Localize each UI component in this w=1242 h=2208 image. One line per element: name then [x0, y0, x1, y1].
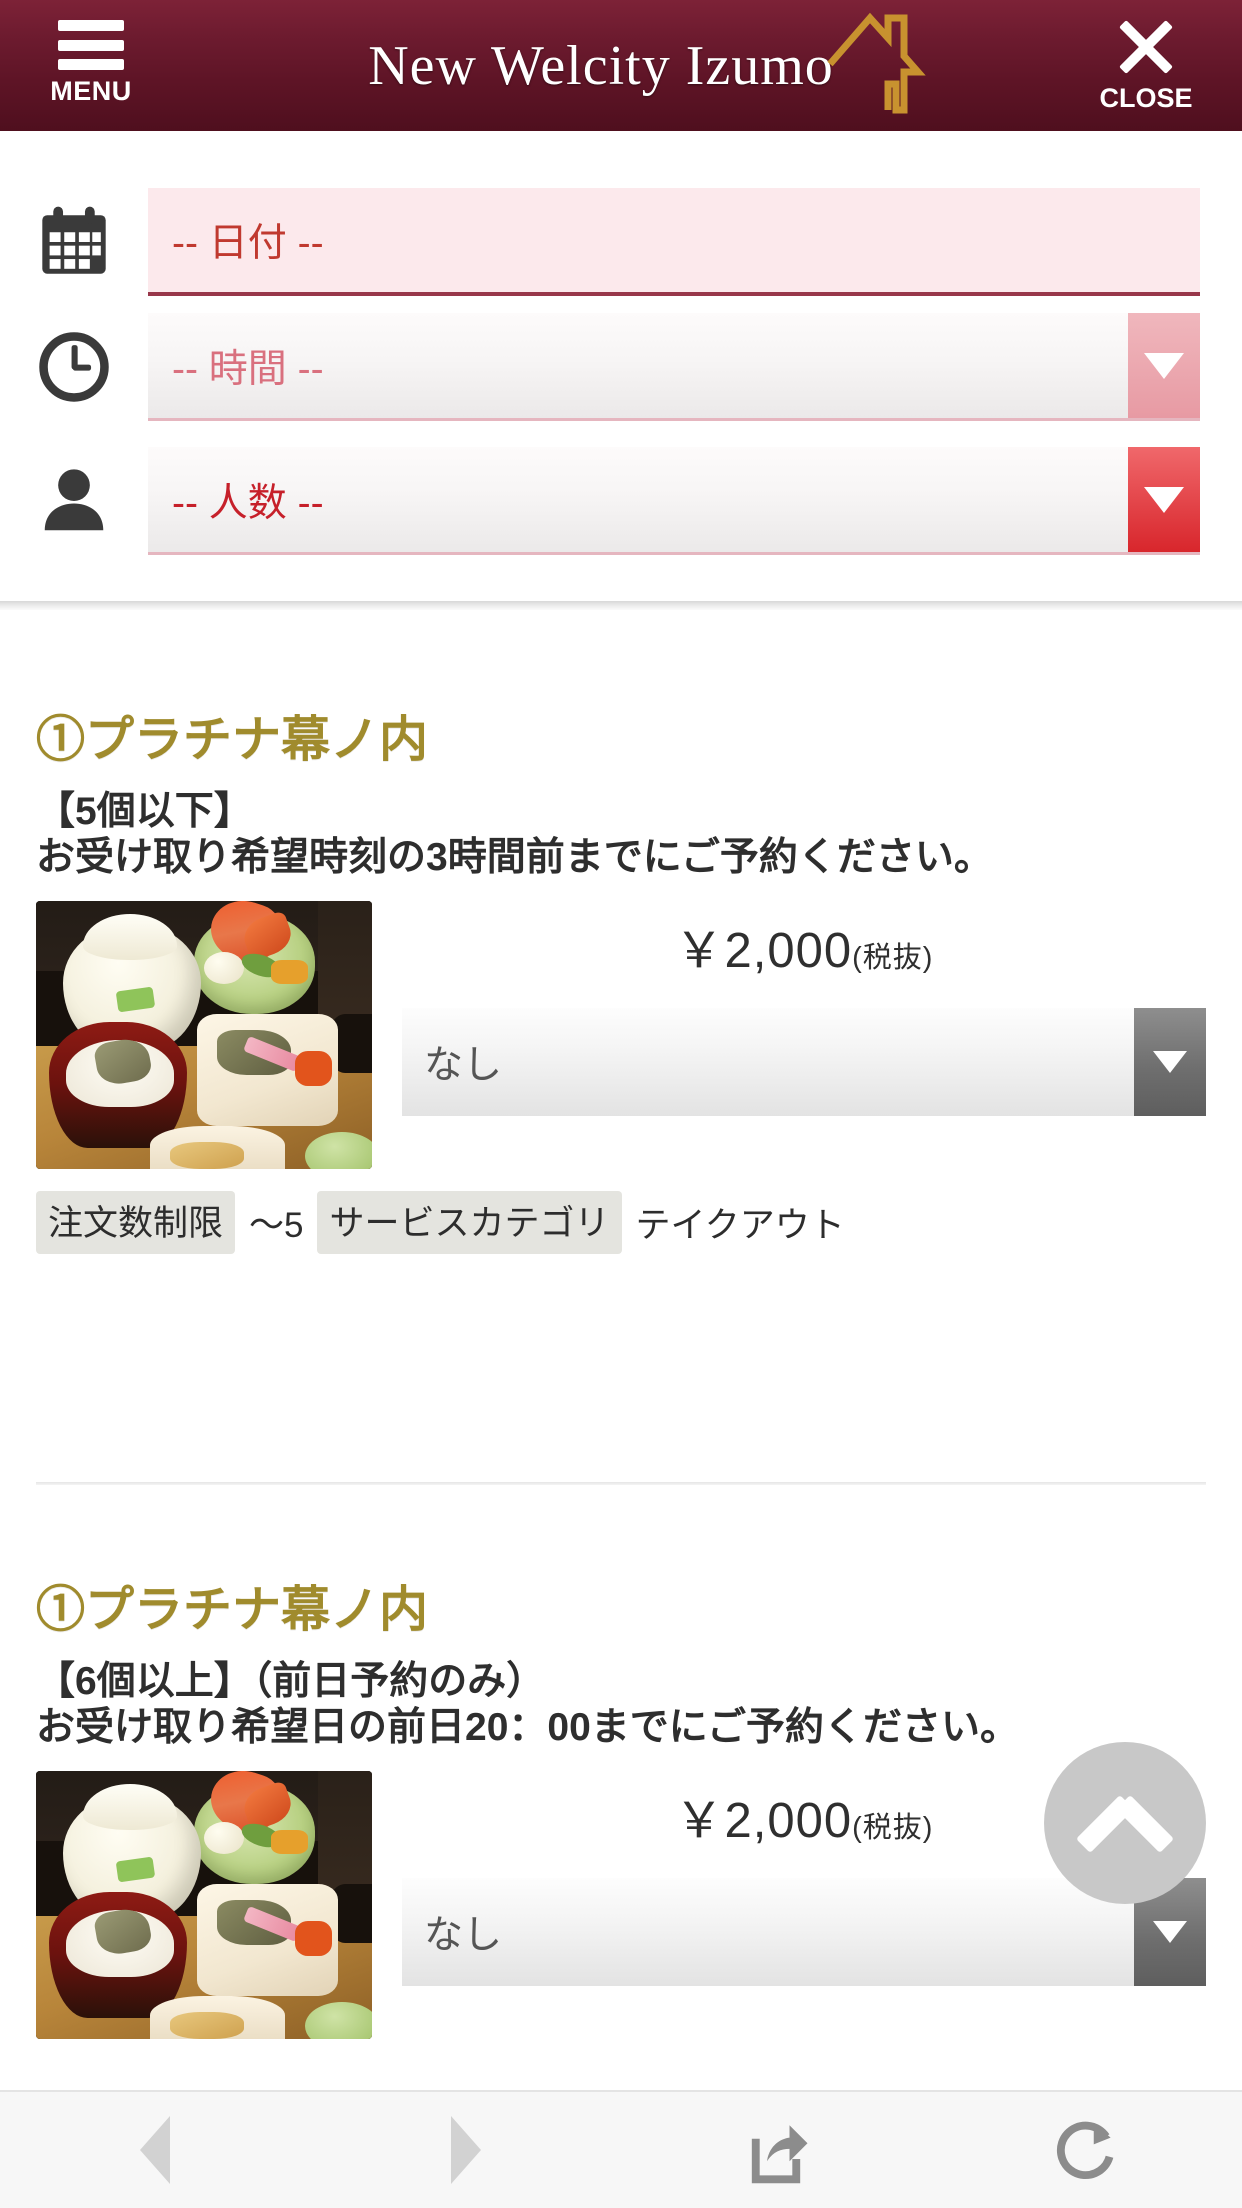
product-title: ①プラチナ幕ノ内 — [36, 1583, 429, 1637]
menu-button[interactable]: MENU — [36, 14, 146, 119]
product-quantity-select[interactable]: なし — [402, 1008, 1206, 1117]
chevron-down-icon — [1153, 1051, 1187, 1074]
people-select-value: -- 人数 -- — [148, 447, 1128, 552]
share-icon — [752, 2125, 808, 2184]
product-tags: 注文数制限 ～5 サービスカテゴリ テイクアウト — [0, 1191, 1242, 1255]
tag-value-service-category: テイクアウト — [635, 1206, 845, 1246]
scroll-to-top-button[interactable] — [1044, 1742, 1206, 1904]
close-icon — [1115, 16, 1177, 78]
back-button[interactable] — [0, 2092, 311, 2208]
forward-button[interactable] — [311, 2092, 622, 2208]
time-row: -- 時間 -- — [0, 313, 1242, 421]
close-button-label: CLOSE — [1099, 83, 1193, 113]
product-quantity-value: なし — [402, 1008, 1134, 1117]
product-quantity-dropdown-button[interactable] — [1134, 1008, 1206, 1117]
tag-label-order-limit: 注文数制限 — [36, 1191, 236, 1255]
product-price-value: ￥2,000 — [674, 924, 853, 979]
people-select-wrapper[interactable]: -- 人数 -- — [148, 447, 1200, 555]
product-tax-note: (税抜) — [852, 1812, 934, 1845]
product-price-value: ￥2,000 — [674, 1794, 853, 1849]
time-select-dropdown-button[interactable] — [1128, 313, 1200, 418]
time-select-wrapper[interactable]: -- 時間 -- — [148, 313, 1200, 421]
product-image — [36, 901, 372, 1170]
product-divider — [36, 1482, 1206, 1485]
section-divider — [0, 601, 1242, 610]
tag-value-order-limit: ～5 — [249, 1206, 304, 1246]
tag-label-service-category: サービスカテゴリ — [317, 1191, 622, 1255]
reservation-search-form: -- 日付 -- -- 時間 -- -- 人数 -- — [0, 131, 1242, 651]
share-button[interactable] — [621, 2092, 932, 2208]
time-select[interactable]: -- 時間 -- — [148, 313, 1200, 421]
product-description: 【6個以上】（前日予約のみ） お受け取り希望日の前日20：00までにご予約くださ… — [0, 1659, 1242, 1751]
date-row: -- 日付 -- — [0, 188, 1242, 296]
product-price: ￥2,000(税抜) — [402, 901, 1206, 982]
browser-bottom-bar — [0, 2090, 1242, 2208]
people-select-dropdown-button[interactable] — [1128, 447, 1200, 552]
chevron-down-icon — [1153, 1921, 1187, 1944]
chevron-down-icon — [1144, 486, 1184, 513]
forward-arrow-icon — [450, 2116, 481, 2184]
page-title-text: New Welcity Izumo — [368, 34, 834, 97]
app-header: MENU New Welcity Izumo CLOSE — [0, 0, 1242, 131]
menu-button-label: MENU — [50, 76, 132, 106]
product-quantity-select[interactable]: なし — [402, 1878, 1206, 1987]
product-image — [36, 1771, 372, 2040]
product-body: ￥2,000(税抜) なし — [0, 901, 1242, 1170]
close-button[interactable]: CLOSE — [1086, 14, 1206, 119]
product-description-line-2: お受け取り希望日の前日20：00までにご予約ください。 — [36, 1706, 1019, 1750]
product-description-line-2: お受け取り希望時刻の3時間前までにご予約ください。 — [36, 836, 993, 880]
back-arrow-icon — [140, 2116, 171, 2184]
people-select[interactable]: -- 人数 -- — [148, 447, 1200, 555]
product-tax-note: (税抜) — [852, 942, 934, 975]
time-select-value: -- 時間 -- — [148, 313, 1128, 418]
product-description-line-1: 【5個以下】 — [36, 790, 253, 833]
date-input[interactable]: -- 日付 -- — [148, 188, 1200, 296]
reload-button[interactable] — [932, 2092, 1242, 2208]
product-description-line-1: 【6個以上】（前日予約のみ） — [36, 1660, 546, 1703]
product-description: 【5個以下】 お受け取り希望時刻の3時間前までにご予約ください。 — [0, 789, 1242, 881]
app-screen: MENU New Welcity Izumo CLOSE -- 日付 -- --… — [0, 0, 1242, 2208]
page-title: New Welcity Izumo — [0, 0, 1242, 131]
product-order-panel: ￥2,000(税抜) なし — [372, 901, 1242, 1169]
chevron-down-icon — [1144, 352, 1184, 379]
product-card: ①プラチナ幕ノ内 【5個以下】 お受け取り希望時刻の3時間前までにご予約ください… — [0, 700, 1242, 1255]
people-row: -- 人数 -- — [0, 447, 1242, 555]
chevron-up-icon — [1076, 1784, 1174, 1862]
hamburger-icon — [58, 20, 124, 70]
house-logo-icon — [826, 6, 936, 114]
reload-icon — [1056, 2121, 1114, 2180]
product-quantity-value: なし — [402, 1878, 1134, 1987]
product-title: ①プラチナ幕ノ内 — [36, 713, 429, 767]
clock-icon — [0, 328, 148, 406]
calendar-icon — [0, 203, 148, 281]
date-field-wrapper[interactable]: -- 日付 -- — [148, 188, 1200, 296]
person-icon — [0, 462, 148, 540]
